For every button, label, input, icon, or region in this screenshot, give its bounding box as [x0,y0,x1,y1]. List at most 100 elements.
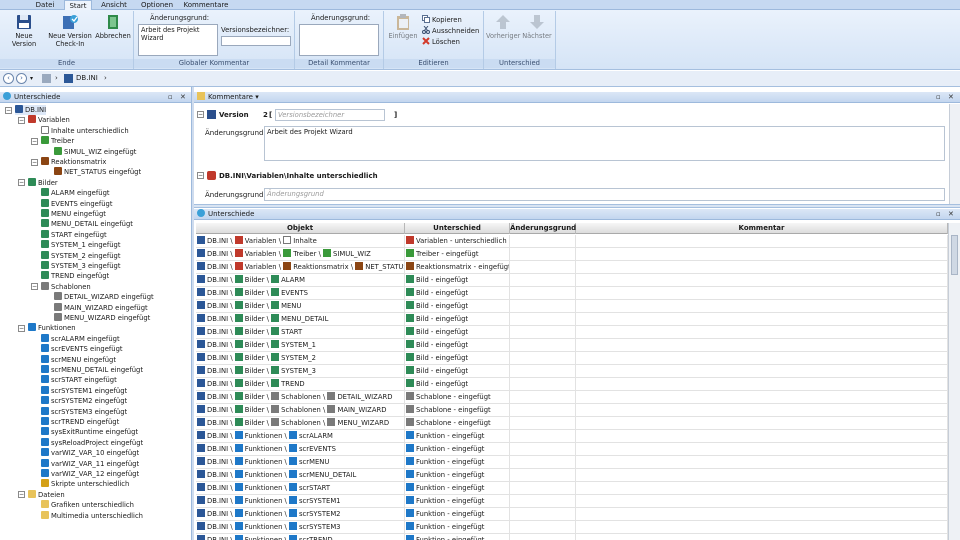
delete-button[interactable]: Löschen [422,37,460,46]
breadcrumb-chevron-icon[interactable]: › [104,74,107,82]
table-row[interactable]: DB.INI \ Funktionen \ scrEVENTS Funktion … [196,443,948,456]
table-row[interactable]: DB.INI \ Bilder \ START Bild - eingefügt [196,326,948,339]
cell-kommentar[interactable] [576,391,948,404]
cell-kommentar[interactable] [576,404,948,417]
cell-kommentar[interactable] [576,339,948,352]
tree-node[interactable]: sysExitRuntime eingefügt [41,427,138,437]
comments-scrollbar[interactable] [949,104,960,204]
tree-expand-toggle[interactable]: − [18,116,25,124]
copy-button[interactable]: Kopieren [422,15,462,24]
table-row[interactable]: DB.INI \ Funktionen \ scrMENU_DETAIL Funk… [196,469,948,482]
tree-node[interactable]: scrMENU eingefügt [41,354,116,365]
tree-node[interactable]: scrMENU_DETAIL eingefügt [41,365,143,375]
history-dropdown-icon[interactable]: ▾ [30,75,33,82]
table-row[interactable]: DB.INI \ Funktionen \ scrMENU Funktion - … [196,456,948,469]
cell-aenderungsgrund[interactable] [510,248,576,261]
table-row[interactable]: DB.INI \ Bilder \ SYSTEM_2 Bild - eingefü… [196,352,948,365]
cell-kommentar[interactable] [576,261,948,274]
abbrechen-button[interactable]: Abbrechen [94,13,132,40]
pin-icon[interactable]: ▫ [168,92,173,103]
forward-arrow-icon[interactable]: › [16,73,27,84]
cell-aenderungsgrund[interactable] [510,352,576,365]
table-row[interactable]: DB.INI \ Bilder \ MENU_DETAIL Bild - eing… [196,313,948,326]
tab-datei[interactable]: Datei [28,0,62,10]
cell-aenderungsgrund[interactable] [510,339,576,352]
close-icon[interactable]: ✕ [948,92,954,103]
table-row[interactable]: DB.INI \ Bilder \ Schablonen \ MAIN_WIZA… [196,404,948,417]
table-row[interactable]: DB.INI \ Funktionen \ scrSYSTEM2 Funktion… [196,508,948,521]
tree-node[interactable]: Dateien [28,489,65,500]
breadcrumb-path[interactable]: DB.INI [76,74,98,82]
tree-node[interactable]: Funktionen [28,323,76,333]
table-row[interactable]: DB.INI \ Bilder \ Schablonen \ MENU_WIZA… [196,417,948,430]
tree-node[interactable]: NET_STATUS eingefügt [54,167,141,177]
cell-aenderungsgrund[interactable] [510,456,576,469]
scrollbar-thumb[interactable] [951,235,958,275]
tree-node[interactable]: MENU eingefügt [41,209,106,219]
table-row[interactable]: DB.INI \ Funktionen \ scrSYSTEM1 Funktion… [196,495,948,508]
column-kommentar[interactable]: Kommentar [576,223,948,234]
tree-node[interactable]: DB.INI [15,105,47,115]
cell-aenderungsgrund[interactable] [510,404,576,417]
close-icon[interactable]: ✕ [948,209,954,220]
cell-aenderungsgrund[interactable] [510,469,576,482]
table-row[interactable]: DB.INI \ Bilder \ ALARM Bild - eingefügt [196,274,948,287]
tree-node[interactable]: Reaktionsmatrix [41,157,106,167]
cell-kommentar[interactable] [576,521,948,534]
tree-node[interactable]: scrEVENTS eingefügt [41,344,123,354]
tab-optionen[interactable]: Optionen [136,0,178,10]
detail-reason-field[interactable] [299,24,379,56]
tree-node[interactable]: Skripte unterschiedlich [41,479,129,489]
tree-node[interactable]: varWIZ_VAR_12 eingefügt [41,469,139,479]
cell-aenderungsgrund[interactable] [510,326,576,339]
cell-kommentar[interactable] [576,430,948,443]
cell-kommentar[interactable] [576,287,948,300]
cell-aenderungsgrund[interactable] [510,508,576,521]
tree-node[interactable]: sysReloadProject eingefügt [41,437,143,448]
detail-reason-input[interactable]: Änderungsgrund [264,188,945,201]
tree-expand-toggle[interactable]: − [18,179,25,187]
cell-aenderungsgrund[interactable] [510,521,576,534]
tree-node[interactable]: SIMUL_WIZ eingefügt [54,146,136,157]
tab-kommentare[interactable]: Kommentare [180,0,232,10]
table-row[interactable]: DB.INI \ Variablen \ Inhalte Variablen - … [196,235,948,248]
cell-aenderungsgrund[interactable] [510,300,576,313]
table-row[interactable]: DB.INI \ Variablen \ Treiber \ SIMUL_WIZ… [196,248,948,261]
tree-node[interactable]: ALARM eingefügt [41,188,110,198]
pin-icon[interactable]: ▫ [936,209,941,220]
table-row[interactable]: DB.INI \ Bilder \ TREND Bild - eingefügt [196,378,948,391]
table-row[interactable]: DB.INI \ Bilder \ MENU Bild - eingefügt [196,300,948,313]
close-icon[interactable]: ✕ [180,92,186,103]
cell-kommentar[interactable] [576,469,948,482]
cell-kommentar[interactable] [576,417,948,430]
cell-aenderungsgrund[interactable] [510,430,576,443]
cell-aenderungsgrund[interactable] [510,482,576,495]
tree-node[interactable]: scrALARM eingefügt [41,333,120,344]
cell-kommentar[interactable] [576,456,948,469]
tree-node[interactable]: varWIZ_VAR_11 eingefügt [41,458,139,469]
tree-node[interactable]: Schablonen [41,281,91,292]
table-scrollbar[interactable] [948,223,960,540]
cell-aenderungsgrund[interactable] [510,261,576,274]
previous-diff-button[interactable]: Vorheriger [486,13,520,40]
comments-dropdown-icon[interactable]: ▾ [255,93,259,101]
tree-node[interactable]: MENU_DETAIL eingefügt [41,219,133,229]
cell-kommentar[interactable] [576,326,948,339]
tree-expand-toggle[interactable]: − [31,283,38,291]
table-row[interactable]: DB.INI \ Funktionen \ scrSYSTEM3 Funktion… [196,521,948,534]
tree-node[interactable]: Variablen [28,115,70,125]
horizontal-splitter[interactable] [194,204,960,208]
tree-node[interactable]: TREND eingefügt [41,271,109,281]
table-row[interactable]: DB.INI \ Bilder \ SYSTEM_3 Bild - eingefü… [196,365,948,378]
global-reason-field[interactable]: Arbeit des Projekt Wizard [138,24,218,56]
column-unterschied[interactable]: Unterschied [405,223,510,234]
tree-node[interactable]: MENU_WIZARD eingefügt [54,313,150,323]
cell-kommentar[interactable] [576,248,948,261]
tree-node[interactable]: EVENTS eingefügt [41,198,113,209]
paste-button[interactable]: Einfügen [387,13,419,40]
tree-node[interactable]: Treiber [41,136,74,146]
tree-node[interactable]: scrSTART eingefügt [41,375,117,385]
tree-node[interactable]: scrSYSTEM2 eingefügt [41,396,127,406]
table-row[interactable]: DB.INI \ Bilder \ EVENTS Bild - eingefügt [196,287,948,300]
cell-aenderungsgrund[interactable] [510,287,576,300]
